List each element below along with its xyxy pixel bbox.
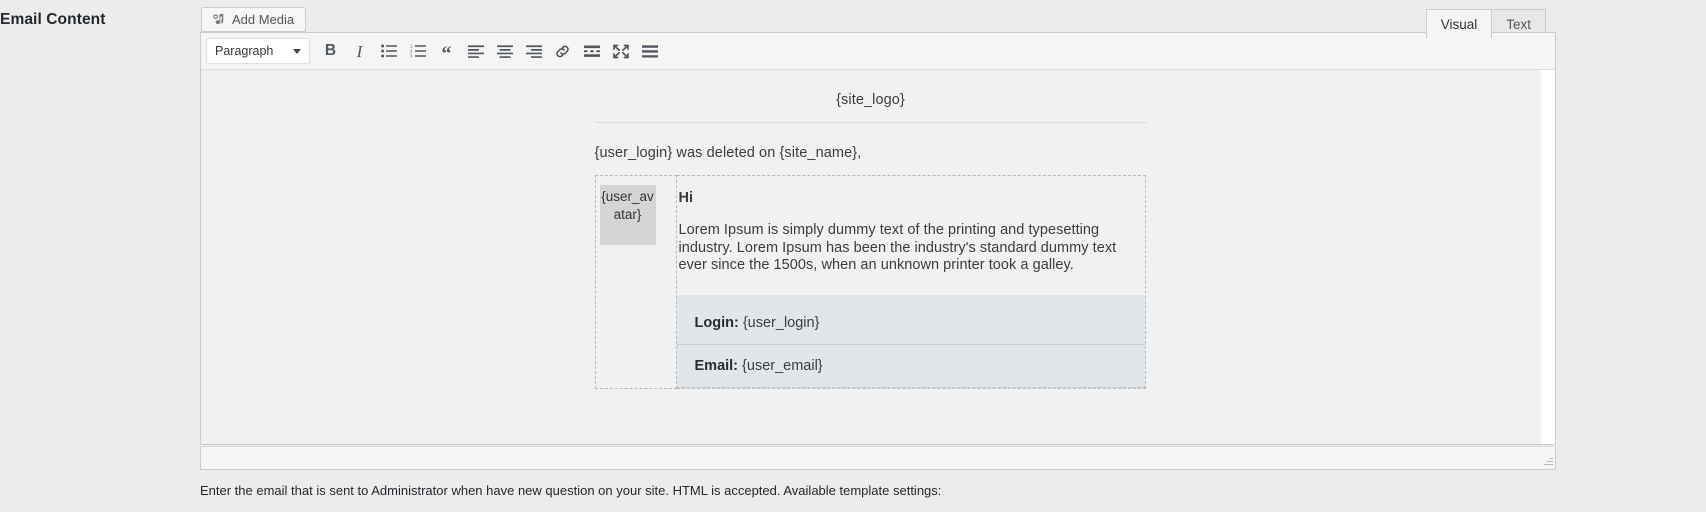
resize-line xyxy=(1550,458,1553,459)
table-row: {user_avatar} Hi Lorem Ipsum is simply d… xyxy=(594,175,1146,389)
numbered-list-button[interactable]: 1 2 3 xyxy=(403,37,432,65)
svg-text:3: 3 xyxy=(410,54,413,58)
resize-line xyxy=(1547,461,1553,462)
format-select[interactable]: Paragraph xyxy=(206,38,310,64)
italic-icon: I xyxy=(356,41,363,61)
insert-link-icon xyxy=(554,43,571,60)
align-left-button[interactable] xyxy=(461,37,490,65)
detail-email-cell: Email: {user_email} xyxy=(676,344,1145,388)
toolbar-toggle-button[interactable] xyxy=(635,37,664,65)
editor-content-area[interactable]: {site_logo} {user_login} was deleted on … xyxy=(200,70,1556,445)
align-right-button[interactable] xyxy=(519,37,548,65)
wp-editor: Add Media Visual Text Paragraph B I 1 2 … xyxy=(200,0,1556,500)
detail-login-cell: Login: {user_login} xyxy=(676,294,1145,345)
avatar-cell: {user_avatar} xyxy=(594,175,677,389)
blockquote-button[interactable]: “ xyxy=(432,37,461,65)
greeting-hi: Hi xyxy=(678,190,694,206)
detail-login-value: {user_login} xyxy=(742,314,820,331)
details-table: Login: {user_login} Email: {user_email} xyxy=(676,294,1145,388)
resize-line xyxy=(1544,464,1553,465)
detail-login-label: Login: xyxy=(694,314,739,331)
bulleted-list-button[interactable] xyxy=(374,37,403,65)
detail-email-value: {user_email} xyxy=(742,357,823,374)
italic-button[interactable]: I xyxy=(345,37,374,65)
table-row: Login: {user_login} xyxy=(676,294,1145,345)
blockquote-icon: “ xyxy=(441,43,452,65)
toolbar-toggle-icon xyxy=(641,44,658,58)
add-media-icon xyxy=(211,12,226,27)
chevron-down-icon xyxy=(293,48,301,54)
email-content-editor-screen: Email Content Add Media Visual Text Para… xyxy=(0,0,1706,512)
read-more-button[interactable] xyxy=(577,37,606,65)
align-center-button[interactable] xyxy=(490,37,519,65)
add-media-button[interactable]: Add Media xyxy=(201,7,307,32)
editor-toolbar: Paragraph B I 1 2 3 “ xyxy=(200,32,1556,70)
detail-email-label: Email: xyxy=(694,357,739,374)
site-logo-placeholder: {site_logo} xyxy=(594,92,1147,123)
fullscreen-icon xyxy=(612,44,629,59)
align-left-icon xyxy=(467,44,484,58)
user-avatar-placeholder: {user_avatar} xyxy=(599,185,656,245)
bulleted-list-icon xyxy=(380,44,397,58)
insert-link-button[interactable] xyxy=(548,37,577,65)
align-right-icon xyxy=(525,44,542,58)
field-helper-text: Enter the email that is sent to Administ… xyxy=(200,483,942,498)
bold-button[interactable]: B xyxy=(316,37,345,65)
fullscreen-button[interactable] xyxy=(606,37,635,65)
numbered-list-icon: 1 2 3 xyxy=(410,44,426,58)
tab-text-label: Text xyxy=(1506,16,1531,32)
outer-table: {user_avatar} Hi Lorem Ipsum is simply d… xyxy=(594,175,1146,389)
editor-resize-handle[interactable] xyxy=(1541,455,1553,467)
tab-visual[interactable]: Visual xyxy=(1425,9,1493,38)
body-cell: Hi Lorem Ipsum is simply dummy text of t… xyxy=(675,175,1146,389)
tab-visual-label: Visual xyxy=(1440,16,1478,32)
editor-status-bar xyxy=(200,446,1556,470)
add-media-label: Add Media xyxy=(232,12,295,27)
read-more-icon xyxy=(583,45,600,58)
editor-document[interactable]: {site_logo} {user_login} was deleted on … xyxy=(211,78,1530,444)
editor-scroll-gutter[interactable] xyxy=(1541,70,1555,444)
lorem-paragraph: Lorem Ipsum is simply dummy text of the … xyxy=(678,222,1117,273)
align-center-icon xyxy=(496,44,513,58)
format-select-value: Paragraph xyxy=(215,44,274,58)
field-label: Email Content xyxy=(0,11,106,28)
greeting-line: {user_login} was deleted on {site_name}, xyxy=(594,145,862,161)
table-row: Email: {user_email} xyxy=(676,344,1145,388)
bold-icon: B xyxy=(324,42,337,60)
email-template-body: {site_logo} {user_login} was deleted on … xyxy=(594,78,1147,389)
